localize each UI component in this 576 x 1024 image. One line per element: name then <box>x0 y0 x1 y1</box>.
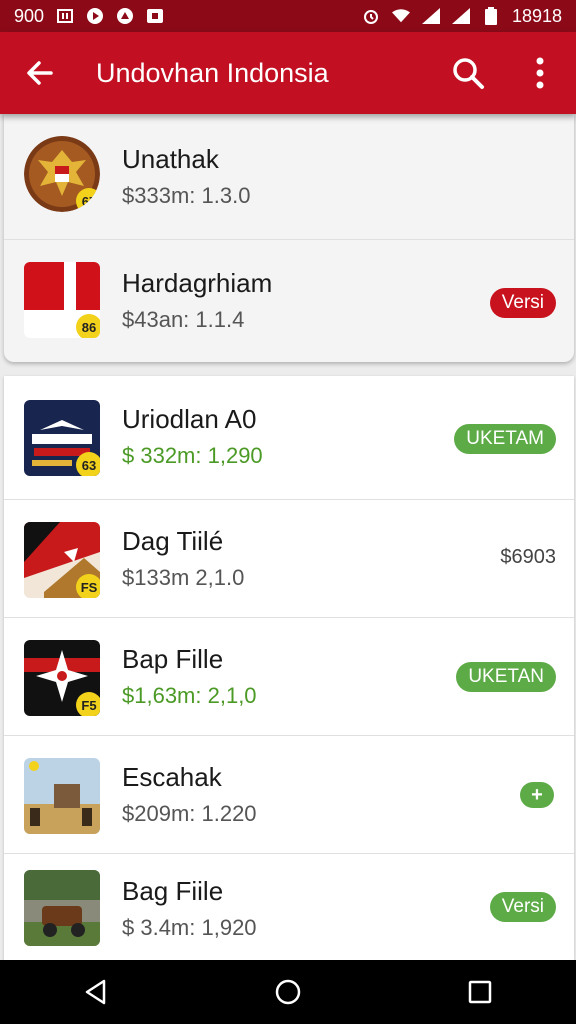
version-badge: FS <box>76 574 100 598</box>
app-cost: $6903 <box>500 546 556 568</box>
message-icon <box>146 7 164 25</box>
app-price: $ 332m: 1,290 <box>122 443 263 468</box>
status-bar: 900 18918 <box>0 0 576 32</box>
status-clock: 18918 <box>511 5 562 26</box>
app-thumbnail: 63 <box>24 400 100 476</box>
app-list-card: 63 Uriodlan A0 $ 332m: 1,290 UKETAM FS D… <box>4 376 574 960</box>
version-badge: F5 <box>76 692 100 716</box>
search-button[interactable] <box>432 32 504 114</box>
version-badge: 63 <box>76 452 100 476</box>
alarm-icon <box>362 7 380 25</box>
app-thumbnail: F5 <box>24 640 100 716</box>
app-thumbnail: FS <box>24 522 100 598</box>
app-thumbnail: 67 <box>24 136 100 212</box>
signal-icon-2 <box>451 7 470 25</box>
list-item[interactable]: Escahak $209m: 1.220 + <box>4 736 574 854</box>
nav-home-button[interactable] <box>258 962 318 1022</box>
app-price: $133m 2,1.0 <box>122 565 245 590</box>
play-icon <box>86 7 104 25</box>
app-price: $1,63m: 2,1,0 <box>122 683 257 708</box>
version-badge: 86 <box>76 314 100 338</box>
app-price: $ 3.4m: 1,920 <box>122 915 257 940</box>
add-button[interactable]: + <box>520 782 554 808</box>
app-list: 67 Unathak $333m: 1.3.0 86 Hardagrhiam $… <box>0 114 576 960</box>
notification-icon <box>56 7 74 25</box>
version-button[interactable]: Versi <box>489 288 556 318</box>
page-title: Undovhan Indonsia <box>96 57 329 88</box>
update-button[interactable]: UKETAN <box>456 662 556 692</box>
list-item[interactable]: FS Dag Tiilé $133m 2,1.0 $6903 <box>4 500 574 618</box>
triangle-back-icon <box>85 979 106 1005</box>
alert-icon <box>116 7 134 25</box>
list-item[interactable]: 67 Unathak $333m: 1.3.0 <box>4 114 574 240</box>
list-item[interactable]: 63 Uriodlan A0 $ 332m: 1,290 UKETAM <box>4 376 574 500</box>
back-arrow-icon <box>27 61 53 85</box>
app-thumbnail <box>24 758 100 834</box>
nav-recents-button[interactable] <box>450 962 510 1022</box>
status-time-left: 900 <box>14 5 45 26</box>
app-name: Dag Tiilé <box>122 526 224 556</box>
system-nav-bar <box>0 960 576 1024</box>
app-name: Bag Fiile <box>122 876 224 906</box>
back-button[interactable] <box>0 32 80 114</box>
search-icon <box>453 58 484 89</box>
app-name: Unathak <box>122 144 219 174</box>
circle-home-icon <box>275 979 301 1005</box>
more-vert-icon <box>536 57 544 89</box>
app-price: $209m: 1.220 <box>122 801 257 826</box>
battery-icon <box>482 7 500 25</box>
list-item[interactable]: Bag Fiile $ 3.4m: 1,920 Versi <box>4 854 574 960</box>
featured-card: 67 Unathak $333m: 1.3.0 86 Hardagrhiam $… <box>4 114 574 362</box>
app-thumbnail: 86 <box>24 262 100 338</box>
app-price: $43an: 1.1.4 <box>122 307 245 332</box>
signal-icon <box>421 7 440 25</box>
app-name: Escahak <box>122 762 222 792</box>
app-name: Bap Fille <box>122 644 224 674</box>
update-button[interactable]: UKETAM <box>454 424 556 454</box>
version-badge: 67 <box>76 188 100 212</box>
app-name: Uriodlan A0 <box>122 404 257 434</box>
app-name: Hardagrhiam <box>122 268 273 298</box>
app-price: $333m: 1.3.0 <box>122 183 251 208</box>
nav-back-button[interactable] <box>66 962 126 1022</box>
list-item[interactable]: F5 Bap Fille $1,63m: 2,1,0 UKETAN <box>4 618 574 736</box>
version-button[interactable]: Versi <box>489 892 556 922</box>
app-bar: Undovhan Indonsia <box>0 32 576 114</box>
wifi-icon <box>391 7 410 25</box>
square-recents-icon <box>468 980 492 1004</box>
app-thumbnail <box>24 870 100 946</box>
more-options-button[interactable] <box>504 32 576 114</box>
list-item[interactable]: 86 Hardagrhiam $43an: 1.1.4 Versi <box>4 240 574 362</box>
